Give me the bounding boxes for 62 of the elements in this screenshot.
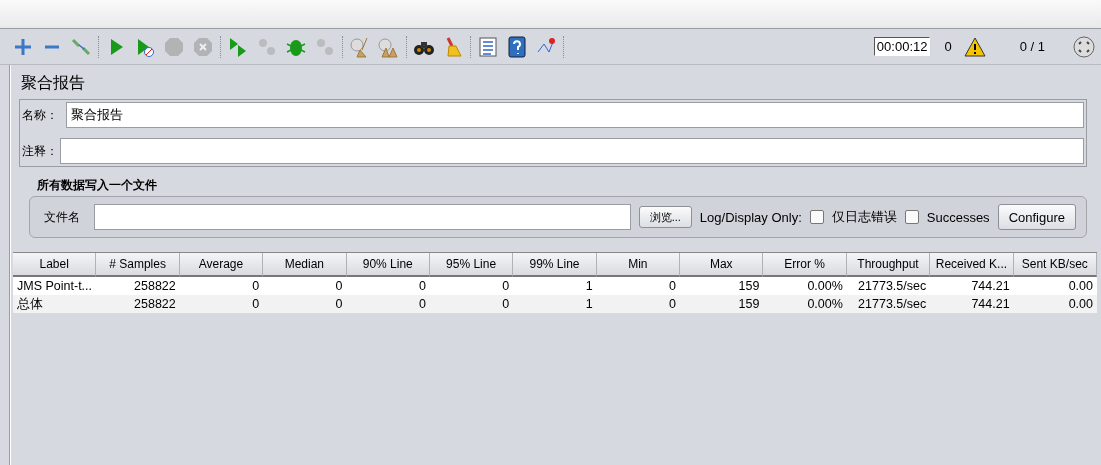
table-cell-text: 1	[584, 278, 594, 295]
filename-label: 文件名	[44, 208, 81, 226]
table-cell-text: 744.21	[970, 278, 1011, 295]
column-header[interactable]: Label	[13, 253, 97, 277]
table-cell-text: 159	[737, 278, 761, 295]
checkbox-label: 仅日志错误	[831, 208, 897, 226]
table-cell-text: 0	[501, 296, 511, 313]
checkbox[interactable]	[809, 210, 824, 224]
column-header[interactable]: 90% Line	[346, 253, 430, 277]
table-cell-text: 0.00	[1067, 296, 1094, 313]
table-cell-text: 0.00%	[806, 278, 844, 295]
table-cell-text: 0	[501, 278, 511, 295]
table-cell-text: 0	[334, 296, 344, 313]
table-cell-text: 159	[737, 296, 761, 313]
column-header[interactable]: Average	[179, 253, 264, 277]
column-header[interactable]: Throughput	[846, 253, 931, 277]
table-cell-text: 0	[251, 296, 261, 313]
column-header[interactable]: Min	[596, 253, 681, 277]
table-cell-text: 0	[668, 296, 678, 313]
checkbox[interactable]	[904, 210, 919, 224]
expand-icon[interactable]	[1073, 35, 1095, 58]
table-cell-text: 21773.5/sec	[857, 278, 928, 295]
name-field[interactable]: 聚合报告	[66, 102, 1084, 128]
table-cell-text: JMS Point-t...	[16, 278, 94, 295]
table-cell-text: 0.00	[1067, 278, 1094, 295]
column-header[interactable]: 95% Line	[429, 253, 514, 277]
table-cell-text: 258822	[133, 296, 177, 313]
name-label: 名称：	[22, 106, 59, 124]
column-header[interactable]: Error %	[763, 253, 847, 277]
table-cell-text: 744.21	[970, 296, 1011, 313]
thread-ratio: 0 / 1	[1019, 39, 1045, 54]
comment-field[interactable]	[60, 138, 1084, 164]
brooms-icon[interactable]	[378, 35, 400, 58]
panel-title: 聚合报告	[20, 72, 86, 94]
table-cell-text: 0	[417, 278, 427, 295]
help-icon[interactable]	[506, 35, 528, 58]
column-header[interactable]: Sent KB/sec	[1013, 253, 1097, 277]
table-cell-text: 0	[668, 278, 678, 295]
comment-label: 注释：	[22, 142, 59, 160]
table-cell-text: 258822	[133, 278, 177, 295]
table-cell-text: 1	[584, 296, 594, 313]
column-header[interactable]: Received K...	[930, 253, 1014, 277]
elapsed-time: 00:00:12	[873, 37, 931, 56]
table-cell-text: 0.00%	[806, 296, 844, 313]
column-header[interactable]: # Samples	[96, 253, 180, 277]
warning-icon[interactable]	[963, 36, 986, 57]
filename-field[interactable]	[94, 204, 631, 230]
configure-button[interactable]: Configure	[997, 204, 1076, 230]
column-header[interactable]: 99% Line	[513, 253, 597, 277]
section-title: 所有数据写入一个文件	[36, 177, 158, 194]
table-cell-text: 总体	[16, 295, 44, 313]
table-cell-text: 0	[417, 296, 427, 313]
log-display-label: Log/Display Only:	[699, 209, 802, 225]
column-header[interactable]: Median	[263, 253, 347, 277]
table-cell-text: 21773.5/sec	[857, 296, 928, 313]
browse-button[interactable]: 浏览...	[638, 206, 692, 228]
checkbox-label: Successes	[926, 209, 990, 225]
active-thread-count: 0	[944, 39, 952, 54]
table-cell-text: 0	[251, 278, 261, 295]
column-header[interactable]: Max	[680, 253, 764, 277]
list-icon[interactable]	[477, 35, 499, 58]
table-cell-text: 0	[334, 278, 344, 295]
